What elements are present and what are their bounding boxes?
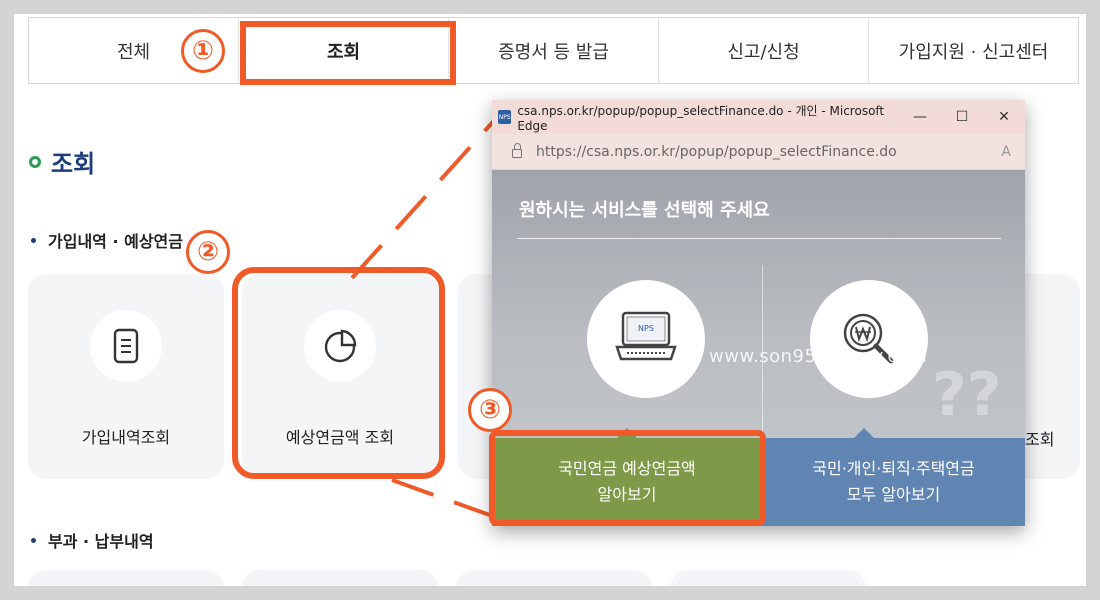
option2-line2: 모두 알아보기	[846, 485, 941, 504]
lock-icon	[512, 143, 522, 158]
popup-titlebar: NPS csa.nps.or.kr/popup/popup_selectFina…	[492, 100, 1025, 134]
laptop-icon: NPS	[587, 280, 705, 398]
card-label: 가입내역조회	[81, 428, 171, 447]
divider	[517, 238, 1001, 239]
minimize-icon[interactable]: —	[899, 109, 941, 125]
window-controls: — ☐ ✕	[899, 109, 1025, 125]
bullet-icon	[31, 237, 36, 243]
page: 전체 조회 증명서 등 발급 신고/신청 가입지원 · 신고센터 ① 조회 가입…	[14, 14, 1086, 586]
popup-url: https://csa.nps.or.kr/popup/popup_select…	[536, 143, 897, 160]
subsection-title-billing: 부과 · 납부내역	[31, 528, 154, 552]
subsection-label: 가입내역 · 예상연금	[48, 232, 183, 251]
card-subscription-inquiry[interactable]: 가입내역조회	[28, 274, 224, 479]
popup-heading: 원하시는 서비스를 선택해 주세요	[519, 200, 770, 221]
card-preview[interactable]	[456, 570, 652, 586]
subsection-title-subscription: 가입내역 · 예상연금	[31, 228, 183, 252]
annotation-1: ①	[181, 29, 225, 73]
card-preview[interactable]	[242, 570, 438, 586]
tab-certificates[interactable]: 증명서 등 발급	[449, 18, 659, 83]
annotation-2: ②	[186, 230, 230, 274]
tab-report-apply[interactable]: 신고/신청	[659, 18, 869, 83]
maximize-icon[interactable]: ☐	[941, 109, 983, 125]
popup-window-title: csa.nps.or.kr/popup/popup_selectFinance.…	[517, 103, 885, 133]
watermark: www.son95.tistory.com	[709, 346, 928, 367]
close-icon[interactable]: ✕	[983, 109, 1025, 125]
tab-support-center[interactable]: 가입지원 · 신고센터	[869, 18, 1078, 83]
search-won-icon	[810, 280, 928, 398]
bullet-icon	[31, 537, 36, 543]
highlight-card-box	[232, 267, 445, 479]
notch-decoration	[854, 428, 874, 438]
document-icon	[90, 310, 162, 382]
option2-line1: 국민·개인·퇴직·주택연금	[812, 459, 975, 478]
laptop-badge: NPS	[638, 324, 654, 333]
section-title: 조회	[29, 144, 95, 179]
card-preview[interactable]	[670, 570, 866, 586]
ring-bullet-icon	[29, 155, 41, 168]
question-marks-decoration: ??	[932, 360, 1002, 430]
card-preview[interactable]	[28, 570, 224, 586]
subsection-label: 부과 · 납부내역	[48, 532, 154, 551]
highlight-option-box	[489, 430, 766, 526]
popup-address-bar[interactable]: https://csa.nps.or.kr/popup/popup_select…	[492, 134, 1025, 170]
annotation-3: ③	[468, 388, 512, 432]
section-title-text: 조회	[51, 150, 96, 178]
read-aloud-icon[interactable]: A	[1001, 144, 1011, 160]
partial-card-label: 조회	[1025, 430, 1055, 449]
nps-favicon-icon: NPS	[498, 110, 512, 124]
option-all-pensions-button[interactable]: 국민·개인·퇴직·주택연금 모두 알아보기	[762, 438, 1025, 526]
highlight-tab-box	[240, 21, 456, 85]
